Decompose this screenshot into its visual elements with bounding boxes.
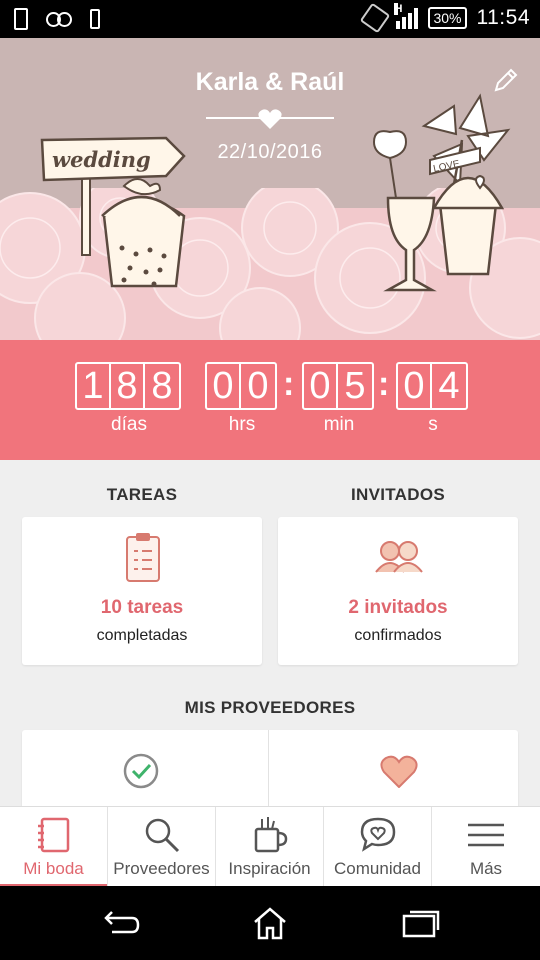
nav-inspiracion[interactable]: Inspiración [216,807,324,887]
days-digit: 8 [151,365,173,407]
nav-proveedores[interactable]: Proveedores [108,807,216,887]
inspiration-icon [254,817,288,853]
pencil-icon[interactable] [492,66,520,94]
nav-label: Comunidad [334,859,421,878]
countdown-days: 1 8 8 [75,362,181,410]
countdown-hours: 0 0 [205,362,277,410]
bottom-navigation: Mi boda Proveedores Inspiración Comunida… [0,806,540,887]
nav-label: Más [469,859,503,878]
tasks-count: 10 tareas [100,597,184,618]
phone-icon [14,8,28,30]
guests-status: confirmados [354,627,442,644]
countdown-minutes: 0 5 [302,362,374,410]
countdown-panel: 1 8 8 0 0 : 0 5 : 0 4 días hrs min s [0,340,540,460]
recents-icon[interactable] [400,906,440,938]
couple-names: Karla & Raúl [195,68,345,96]
countdown-separator: : [283,365,295,403]
guests-card[interactable]: 2 invitados confirmados [278,517,518,665]
nav-mas[interactable]: Más [432,807,540,887]
minutes-label: min [323,414,355,435]
nav-label: Proveedores [113,859,210,878]
wedding-date: 22/10/2016 [217,141,323,163]
usb-icon [90,9,100,29]
nav-label: Mi boda [23,859,84,878]
nav-label: Inspiración [228,859,311,878]
home-icon[interactable] [252,906,288,940]
seconds-digit: 0 [398,364,432,408]
wedding-header: wedding LOVE Karla & Raúl 22/10/2016 [0,38,540,340]
clipboard-icon [126,533,160,582]
guests-title: INVITADOS [350,485,445,504]
tasks-card[interactable]: 10 tareas completadas [22,517,262,665]
guests-count: 2 invitados [348,597,448,618]
vendors-title: MIS PROVEEDORES [184,698,356,717]
guests-icon [375,541,423,573]
tasks-status: completadas [96,627,188,644]
countdown-seconds: 0 4 [396,362,468,410]
heart-icon [258,109,282,129]
days-digit: 8 [111,364,145,408]
clock: 11:54 [476,6,530,29]
voicemail-icon [46,12,72,27]
hours-digit: 0 [247,365,269,407]
chat-heart-icon [360,817,396,852]
search-icon [145,818,180,853]
back-icon[interactable] [102,906,140,938]
battery-indicator: 30% [428,7,467,29]
seconds-label: s [428,414,438,435]
check-circle-icon[interactable] [122,752,160,790]
hours-label: hrs [228,414,256,435]
days-digit: 1 [77,364,111,408]
notebook-icon [38,817,70,853]
minutes-digit: 0 [304,364,338,408]
tasks-title: TAREAS [106,485,178,504]
seconds-digit: 4 [438,365,460,407]
menu-icon [468,823,504,847]
vibrate-icon [360,2,391,34]
hours-digit: 0 [207,364,241,408]
countdown-separator: : [378,365,390,403]
minutes-digit: 5 [344,365,366,407]
nav-mi-boda[interactable]: Mi boda [0,807,108,887]
nav-comunidad[interactable]: Comunidad [324,807,432,887]
status-bar: H 30% 11:54 [0,0,540,38]
heart-favorite-icon[interactable] [380,754,418,788]
days-label: días [111,414,147,435]
party-illustration: LOVE [372,93,511,292]
network-type: H [394,3,403,15]
signal-icon: H [394,3,419,29]
system-navigation [0,886,540,960]
